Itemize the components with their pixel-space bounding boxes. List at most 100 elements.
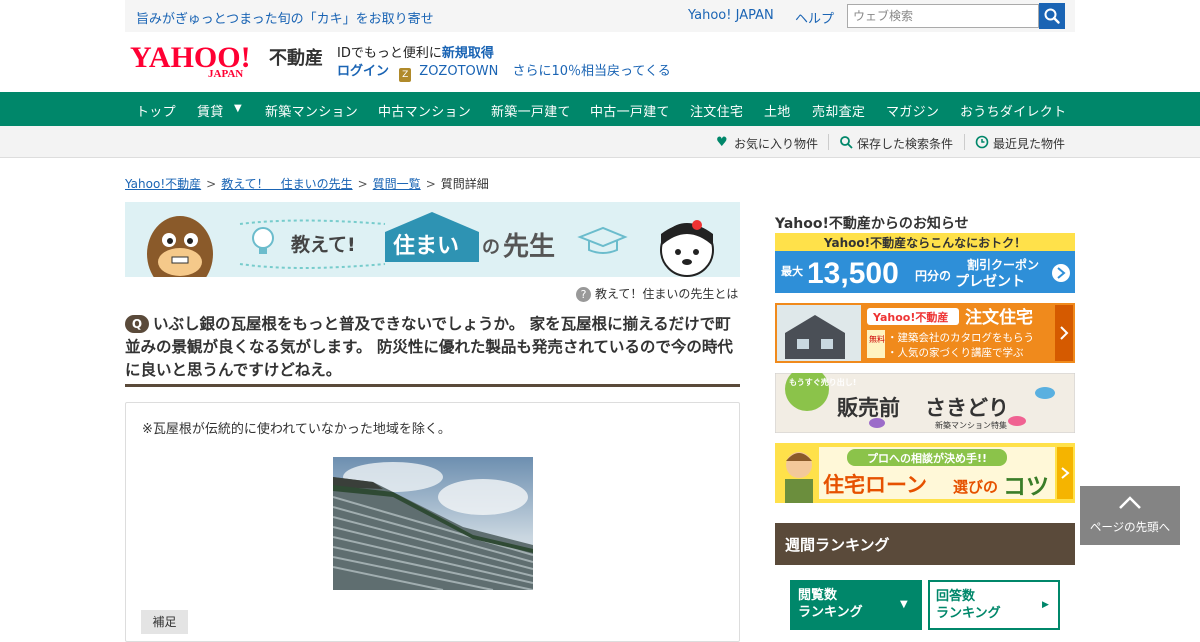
presale-badge: もうすぐ売り出し!	[789, 377, 856, 387]
nav-new-mansion[interactable]: 新築マンション	[265, 101, 358, 120]
tab-answers-label2: ランキング	[936, 606, 1001, 621]
nav-magazine[interactable]: マガジン	[886, 101, 939, 120]
presale-banner[interactable]: もうすぐ売り出し! 販売前 さきどり 新築マンション特集	[775, 373, 1075, 433]
sub-bar: ♥ お気に入り物件 保存した検索条件 最近見た物件	[0, 126, 1200, 158]
banner-sensei-text: 先生	[503, 232, 555, 262]
register-link[interactable]: 新規取得	[442, 46, 494, 61]
lightbulb-icon	[252, 227, 274, 254]
nav-ouchi-direct[interactable]: おうちダイレクト	[960, 101, 1066, 120]
loan-banner[interactable]: プロへの相談が決め手!! 住宅ローン 選びの コツ	[775, 443, 1075, 503]
nav-used-house[interactable]: 中古一戸建て	[590, 101, 670, 120]
breadcrumb-current: 質問詳細	[440, 177, 489, 191]
loan-banner-top: プロへの相談が決め手!!	[867, 451, 987, 465]
coupon-label: 割引クーポン	[967, 257, 1039, 272]
breadcrumb: Yahoo!不動産 > 教えて！ 住まいの先生 > 質問一覧 > 質問詳細	[125, 177, 489, 191]
tab-answers-ranking[interactable]: 回答数 ランキング ▶	[928, 580, 1060, 630]
login-line: ログイン Z ZOZOTOWN さらに10％相当戻ってくる	[337, 60, 671, 82]
help-link[interactable]: ヘルプ	[795, 8, 834, 27]
back-to-top-button[interactable]: ページの先頭へ	[1080, 486, 1180, 545]
sumai-sensei-banner[interactable]: 教えて! 住まい の 先生	[125, 202, 740, 277]
rent-dropdown-icon[interactable]: ▼	[234, 103, 242, 114]
question-text: いぶし銀の瓦屋根をもっと普及できないでしょうか。 家を瓦屋根に揃えるだけで町並み…	[125, 315, 733, 379]
banner-teach-text: 教えて!	[291, 233, 356, 256]
nav-rent[interactable]: 賃貸	[197, 101, 224, 120]
custom-house-title: 注文住宅	[965, 307, 1033, 328]
weekly-ranking-heading: 週間ランキング	[775, 523, 1075, 565]
id-promo-text: IDでもっと便利に	[337, 46, 442, 61]
favorites-link[interactable]: お気に入り物件	[734, 135, 818, 152]
news-title: Yahoo!不動産からのお知らせ	[775, 216, 969, 232]
breadcrumb-home[interactable]: Yahoo!不動産	[125, 177, 201, 191]
zozotown-link[interactable]: ZOZOTOWN	[419, 64, 498, 79]
mascot-left-illustration	[147, 216, 213, 277]
loan-banner-main1: 住宅ローン	[823, 473, 927, 497]
global-nav: トップ 賃貸 ▼ 新築マンション 中古マンション 新築一戸建て 中古一戸建て 注…	[0, 92, 1200, 126]
tab-answers-label1: 回答数	[936, 589, 976, 604]
zozo-icon: Z	[399, 68, 412, 82]
roof-photo[interactable]	[333, 457, 533, 590]
saved-search-link[interactable]: 保存した検索条件	[857, 135, 953, 152]
web-search-input[interactable]	[847, 4, 1039, 28]
question-note: ※瓦屋根が伝統的に使われていなかった地域を除く。	[142, 422, 451, 437]
chevron-up-icon	[1119, 496, 1141, 509]
search-icon	[1044, 8, 1060, 24]
nav-new-house[interactable]: 新築一戸建て	[491, 101, 571, 120]
question-detail-box: ※瓦屋根が伝統的に使われていなかった地域を除く。 補足	[125, 402, 740, 642]
coupon-amount: 13,500	[807, 257, 899, 290]
recent-link[interactable]: 最近見た物件	[993, 135, 1065, 152]
chevron-down-icon: ▼	[900, 599, 908, 610]
custom-house-brand: Yahoo!不動産	[872, 310, 948, 324]
supplement-label: 補足	[141, 610, 188, 634]
search-save-icon	[839, 134, 853, 149]
divider	[964, 134, 965, 150]
tab-views-ranking[interactable]: 閲覧数 ランキング ▼	[790, 580, 922, 630]
about-link-text: 教えて！住まいの先生とは	[595, 287, 739, 301]
nav-sale-appraisal[interactable]: 売却査定	[812, 101, 865, 120]
banner-sumai-text: 住まい	[393, 233, 459, 259]
loan-banner-main3: コツ	[1003, 474, 1049, 500]
yahoo-japan-link[interactable]: Yahoo! JAPAN	[688, 8, 774, 23]
clock-icon	[975, 134, 989, 149]
presale-title2: さきどり	[925, 396, 1009, 420]
about-link[interactable]: ? 教えて！住まいの先生とは	[576, 285, 738, 302]
nav-top[interactable]: トップ	[136, 101, 176, 120]
mascot-right-illustration	[660, 220, 714, 277]
help-question-icon: ?	[576, 287, 591, 302]
zozotown-note-link[interactable]: さらに10％相当戻ってくる	[512, 64, 670, 79]
heart-icon: ♥	[716, 135, 728, 150]
logo-japan-text: JAPAN	[208, 68, 243, 80]
breadcrumb-question-list[interactable]: 質問一覧	[373, 177, 421, 191]
coupon-unit: 円分の	[915, 268, 951, 283]
divider	[828, 134, 829, 150]
back-to-top-label: ページの先頭へ	[1089, 520, 1171, 534]
search-button[interactable]	[1039, 3, 1065, 29]
tab-views-label2: ランキング	[798, 605, 863, 620]
promo-link[interactable]: 旨みがぎゅっとつまった旬の「カキ」をお取り寄せ	[136, 8, 434, 27]
coupon-max: 最大	[781, 264, 803, 278]
coupon-banner[interactable]: Yahoo!不動産ならこんなにおトク！ 最大 13,500 円分の 割引クーポン…	[775, 233, 1075, 293]
presale-title: 販売前	[837, 396, 900, 420]
custom-house-line2: ・人気の家づくり講座で学ぶ	[887, 346, 1024, 359]
nav-land[interactable]: 土地	[764, 101, 791, 120]
login-link[interactable]: ログイン	[337, 64, 389, 79]
logo-service-name: 不動産	[269, 47, 323, 69]
breadcrumb-chiebukuro[interactable]: 教えて！ 住まいの先生	[221, 177, 352, 191]
nav-used-mansion[interactable]: 中古マンション	[378, 101, 471, 120]
loan-banner-main2: 選びの	[953, 478, 998, 496]
question-title: Q いぶし銀の瓦屋根をもっと普及できないでしょうか。 家を瓦屋根に揃えるだけで町並…	[125, 313, 740, 382]
custom-house-banner[interactable]: Yahoo!不動産 注文住宅 無料 ・建築会社のカタログをもらう ・人気の家づく…	[775, 303, 1075, 363]
banner-no-text: の	[482, 237, 500, 258]
question-underline	[125, 384, 740, 387]
tab-views-label1: 閲覧数	[798, 588, 838, 603]
presale-sub: 新築マンション特集	[935, 420, 1007, 430]
custom-house-free: 無料	[869, 334, 885, 344]
custom-house-line1: ・建築会社のカタログをもらう	[887, 331, 1034, 344]
graduation-cap-icon	[577, 226, 628, 254]
yahoo-fudosan-logo[interactable]: YAHOO! JAPAN 不動産	[130, 41, 330, 80]
nav-custom-house[interactable]: 注文住宅	[690, 101, 743, 120]
id-promo: IDでもっと便利に新規取得	[337, 42, 494, 61]
coupon-banner-top: Yahoo!不動産ならこんなにおトク！	[823, 235, 1026, 250]
chevron-right-icon: ▶	[1042, 600, 1049, 610]
question-badge: Q	[125, 315, 149, 333]
coupon-present: プレゼント	[955, 273, 1025, 290]
